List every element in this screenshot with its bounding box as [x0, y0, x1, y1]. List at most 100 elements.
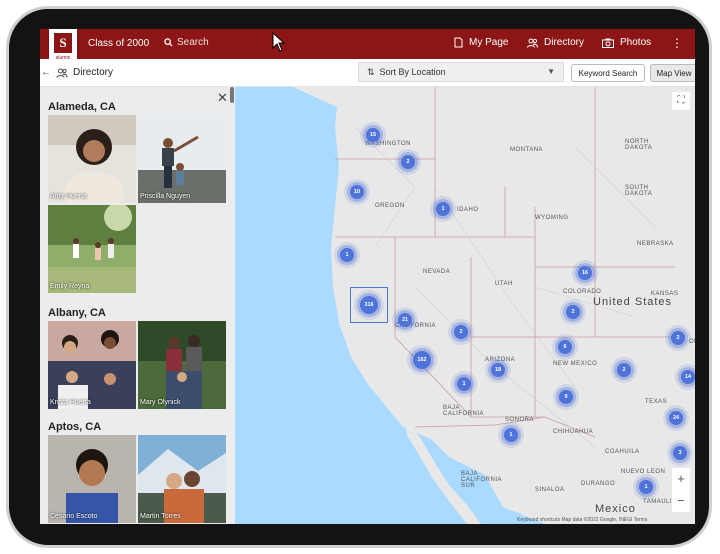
- logo-letter: S: [54, 33, 72, 53]
- region-label: SONORA: [505, 417, 535, 423]
- map-cluster[interactable]: 21: [398, 313, 412, 327]
- app-screen: S alumni Class of 2000 Search My Page Di…: [40, 29, 695, 524]
- profile-photo: [48, 435, 136, 523]
- list-scrollbar[interactable]: [230, 87, 234, 103]
- nav-photos-label: Photos: [620, 37, 652, 48]
- map-cluster[interactable]: 1: [639, 480, 653, 494]
- fullscreen-icon[interactable]: ⛶: [672, 92, 690, 110]
- city-heading: Albany, CA: [48, 307, 106, 319]
- country-label-us: United States: [593, 296, 673, 308]
- region-label: CHIHUAHUA: [553, 429, 594, 435]
- nav-photos[interactable]: Photos: [602, 37, 651, 48]
- region-label: NUEVO LEON: [621, 469, 666, 475]
- person-name: Emily Reyna: [50, 283, 90, 290]
- person-card[interactable]: Cesario Escoto: [48, 435, 136, 523]
- map-cluster[interactable]: 162: [413, 351, 431, 369]
- region-label: MONTANA: [510, 147, 544, 153]
- sort-dropdown[interactable]: ⇅ Sort By Location ▼: [358, 62, 564, 82]
- country-label-mexico: Mexico: [595, 503, 636, 515]
- more-vertical-icon[interactable]: ⋮: [671, 36, 683, 50]
- map-cluster[interactable]: 10: [350, 185, 364, 199]
- back-arrow-icon: ←: [41, 67, 51, 78]
- region-label: OK: [689, 339, 695, 345]
- top-nav-bar: S alumni Class of 2000 Search My Page Di…: [40, 29, 695, 66]
- person-name: Priscilla Nguyen: [140, 193, 191, 200]
- region-label: DURANGO: [581, 481, 616, 487]
- map-cluster[interactable]: 1: [457, 377, 471, 391]
- map-cluster[interactable]: 1: [340, 248, 354, 262]
- map-cluster[interactable]: 2: [566, 305, 580, 319]
- nav-my-page-label: My Page: [469, 37, 509, 48]
- profile-photo: [138, 435, 226, 523]
- region-label: NEVADA: [423, 269, 451, 275]
- sort-icon: ⇅: [367, 66, 375, 77]
- chevron-down-icon: ▼: [547, 67, 555, 76]
- map-cluster[interactable]: 2: [401, 155, 415, 169]
- region-label: IDAHO: [457, 207, 479, 213]
- class-name[interactable]: Class of 2000: [88, 38, 149, 49]
- region-label: SOUTH DAKOTA: [625, 185, 653, 197]
- map-attribution[interactable]: Keyboard shortcuts Map data ©2022 Google…: [517, 517, 647, 523]
- map-cluster[interactable]: 6: [558, 340, 572, 354]
- region-label: NORTH DAKOTA: [625, 139, 653, 151]
- map-cluster[interactable]: 2: [454, 325, 468, 339]
- person-name: Cesario Escoto: [50, 513, 98, 520]
- region-label: OREGON: [375, 203, 405, 209]
- zoom-in-button[interactable]: +: [672, 468, 690, 490]
- region-label: ARIZONA: [485, 357, 516, 363]
- map-cluster[interactable]: 3: [673, 446, 687, 460]
- map-view-button[interactable]: Map View: [650, 64, 695, 82]
- person-name: Amy Huerta: [50, 193, 87, 200]
- profile-photo: [138, 115, 226, 203]
- city-heading: Aptos, CA: [48, 421, 102, 433]
- map-cluster[interactable]: 2: [617, 363, 631, 377]
- profile-photo: [48, 115, 136, 203]
- close-icon[interactable]: ✕: [217, 90, 228, 106]
- search-icon: [164, 38, 173, 47]
- person-card[interactable]: Priscilla Nguyen: [138, 115, 226, 203]
- profile-photo: [48, 321, 136, 409]
- zoom-controls: + −: [672, 468, 690, 512]
- person-card[interactable]: Krista Huerta: [48, 321, 136, 409]
- keyword-search-button[interactable]: Keyword Search: [571, 64, 645, 82]
- nav-directory[interactable]: Directory: [527, 37, 584, 48]
- region-label: NEW MEXICO: [553, 361, 598, 367]
- document-icon: [454, 37, 463, 48]
- people-icon: [527, 38, 538, 48]
- person-card[interactable]: Emily Reyna: [48, 205, 136, 293]
- region-label: BAJA CALIFORNIA: [443, 405, 485, 417]
- profile-photo: [138, 321, 226, 409]
- search-field[interactable]: Search: [164, 37, 209, 48]
- nav-my-page[interactable]: My Page: [454, 37, 508, 48]
- map-cluster[interactable]: 1: [504, 428, 518, 442]
- region-label: UTAH: [495, 281, 513, 287]
- person-card[interactable]: Mary Olynick: [138, 321, 226, 409]
- person-name: Mary Olynick: [140, 399, 181, 406]
- sort-label: Sort By Location: [379, 67, 446, 77]
- region-label: COAHUILA: [605, 449, 640, 455]
- map-cluster[interactable]: 2: [671, 331, 685, 345]
- map-cluster[interactable]: 16: [578, 266, 592, 280]
- region-label: BAJA CALIFORNIA SUR: [461, 471, 502, 489]
- region-label: COLORADO: [563, 289, 602, 295]
- person-card[interactable]: Martin Torres: [138, 435, 226, 523]
- city-heading: Alameda, CA: [48, 101, 116, 113]
- map-cluster[interactable]: 14: [681, 370, 695, 384]
- region-label: WYOMING: [535, 215, 569, 221]
- page-title: Directory: [73, 67, 114, 78]
- location-map[interactable]: WASHINGTON MONTANA NORTH DAKOTA SOUTH DA…: [235, 87, 695, 524]
- back-to-directory[interactable]: ← Directory: [41, 67, 113, 78]
- directory-list[interactable]: ✕ Alameda, CA Amy Huerta Priscilla Nguye…: [40, 87, 235, 524]
- person-card[interactable]: Amy Huerta: [48, 115, 136, 203]
- map-cluster[interactable]: 18: [491, 363, 505, 377]
- zoom-out-button[interactable]: −: [672, 490, 690, 512]
- map-cluster[interactable]: 1: [436, 202, 450, 216]
- profile-photo: [48, 205, 136, 293]
- region-label: SINALOA: [535, 487, 565, 493]
- people-icon: [56, 68, 68, 78]
- map-cluster[interactable]: 15: [366, 128, 380, 142]
- region-label: TEXAS: [645, 399, 668, 405]
- map-cluster[interactable]: 9: [559, 390, 573, 404]
- map-cluster[interactable]: 316: [360, 296, 378, 314]
- map-cluster[interactable]: 24: [669, 411, 683, 425]
